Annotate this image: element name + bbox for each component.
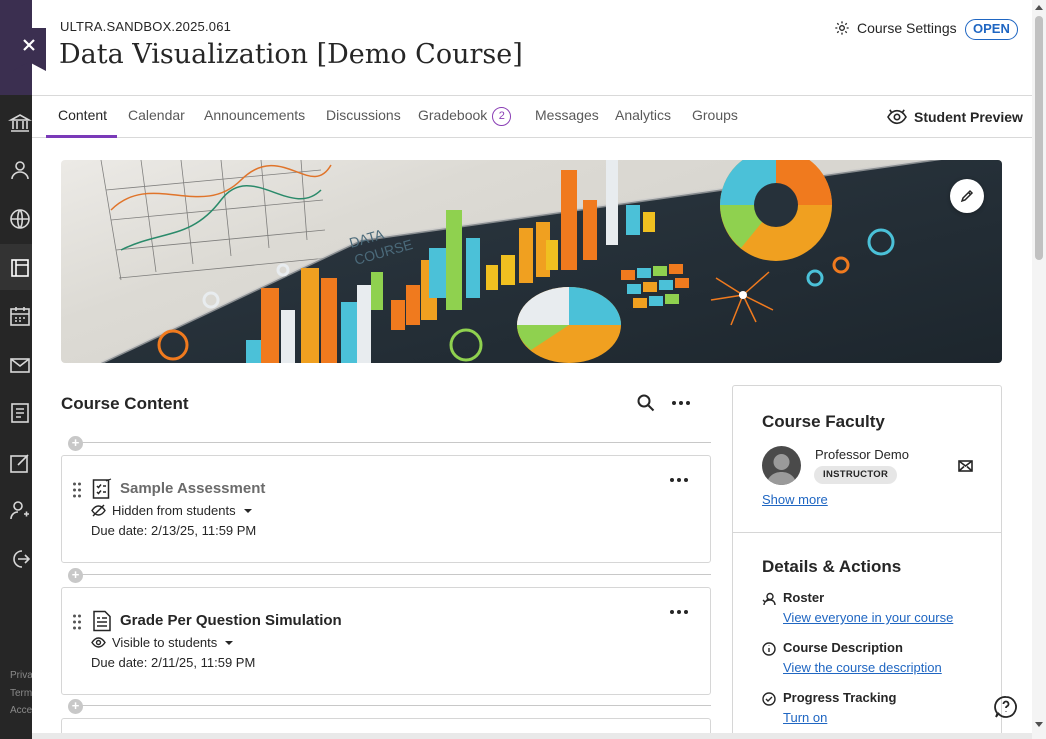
chevron-down-icon	[243, 508, 252, 513]
courses-icon[interactable]	[8, 256, 32, 280]
info-icon	[762, 642, 776, 656]
data-visualization-illustration: DATA COURSE	[100, 160, 1002, 363]
sign-out-icon[interactable]	[8, 547, 32, 571]
profile-icon[interactable]	[8, 158, 32, 182]
add-content-plus-icon[interactable]: +	[68, 568, 83, 583]
item-title[interactable]: Sample Assessment	[120, 480, 265, 497]
visibility-label: Visible to students	[112, 635, 218, 650]
tab-announcements[interactable]: Announcements	[204, 107, 305, 123]
grades-icon[interactable]	[8, 401, 32, 425]
roster-label: Roster	[783, 590, 825, 605]
course-sidebar: Course Faculty Professor Demo INSTRUCTOR…	[732, 385, 1002, 739]
tools-icon[interactable]	[8, 451, 32, 475]
help-button[interactable]	[994, 695, 1018, 719]
progress-tracking-link[interactable]: Turn on	[783, 710, 827, 725]
edit-banner-button[interactable]	[950, 179, 984, 213]
more-options-icon	[672, 401, 690, 405]
tab-groups[interactable]: Groups	[692, 107, 738, 123]
page-title: Data Visualization [Demo Course]	[59, 39, 523, 70]
help-icon	[994, 696, 1017, 718]
course-banner-image: DATA COURSE	[61, 160, 1002, 363]
item-more-button[interactable]	[668, 604, 690, 620]
visibility-dropdown[interactable]: Hidden from students	[91, 503, 252, 518]
professor-name[interactable]: Professor Demo	[815, 447, 909, 462]
search-icon[interactable]	[636, 393, 656, 413]
nav-footer-accessibility[interactable]: Acce	[10, 703, 32, 719]
tab-calendar[interactable]: Calendar	[128, 107, 185, 123]
due-date: Due date: 2/11/25, 11:59 PM	[91, 655, 256, 670]
course-faculty-heading: Course Faculty	[762, 412, 885, 431]
nav-footer-privacy[interactable]: Priva	[10, 668, 32, 684]
content-item: Grade Per Question Simulation Visible to…	[61, 587, 711, 695]
horizontal-scrollbar[interactable]	[32, 733, 1032, 739]
content-item: Sample Assessment Hidden from students D…	[61, 455, 711, 563]
gear-icon	[835, 21, 849, 35]
nav-footer-terms[interactable]: Term	[10, 686, 32, 702]
calendar-icon[interactable]	[8, 304, 32, 328]
roster-icon	[762, 592, 776, 606]
course-settings-label: Course Settings	[857, 20, 957, 36]
status-badge[interactable]: OPEN	[965, 19, 1018, 40]
tab-gradebook-label: Gradebook	[418, 107, 488, 123]
add-content-plus-icon[interactable]: +	[68, 699, 83, 714]
more-options-icon	[670, 610, 688, 614]
show-more-link[interactable]: Show more	[762, 492, 828, 507]
role-badge: INSTRUCTOR	[814, 466, 898, 484]
messages-icon[interactable]	[8, 353, 32, 377]
course-id: ULTRA.SANDBOX.2025.061	[60, 19, 232, 34]
close-button[interactable]	[12, 28, 46, 71]
check-circle-icon	[762, 692, 776, 706]
course-panel: ULTRA.SANDBOX.2025.061 Data Visualizatio…	[32, 0, 1032, 739]
gradebook-count-badge: 2	[492, 107, 512, 126]
add-content-plus-icon[interactable]: +	[68, 436, 83, 451]
assessment-icon	[92, 478, 113, 500]
progress-tracking-label: Progress Tracking	[783, 690, 897, 705]
add-content-divider: +	[68, 568, 711, 583]
chevron-down-icon	[225, 640, 234, 645]
preview-eye-icon	[887, 109, 907, 125]
mail-icon[interactable]	[958, 459, 973, 472]
course-description-label: Course Description	[783, 640, 903, 655]
student-preview-label: Student Preview	[914, 109, 1023, 125]
globe-icon[interactable]	[8, 207, 32, 231]
item-more-button[interactable]	[668, 472, 690, 488]
course-content-more-button[interactable]	[670, 393, 692, 413]
close-icon	[23, 39, 35, 51]
user-settings-icon[interactable]	[8, 498, 32, 522]
eye-icon	[91, 637, 106, 648]
roster-link[interactable]: View everyone in your course	[783, 610, 953, 625]
eye-slash-icon	[91, 504, 106, 517]
course-settings-button[interactable]: Course Settings	[834, 20, 957, 36]
course-description-link[interactable]: View the course description	[783, 660, 942, 675]
vertical-scrollbar[interactable]	[1032, 0, 1046, 739]
student-preview-button[interactable]: Student Preview	[886, 108, 1023, 126]
tab-content[interactable]: Content	[58, 107, 107, 123]
document-icon	[92, 610, 113, 632]
drag-handle-icon[interactable]	[72, 614, 82, 630]
scrollbar-thumb[interactable]	[1035, 16, 1043, 260]
add-content-divider: +	[68, 699, 711, 714]
add-content-divider: +	[68, 436, 711, 451]
more-options-icon	[670, 478, 688, 482]
details-actions-heading: Details & Actions	[762, 557, 902, 576]
course-content-heading: Course Content	[61, 394, 189, 413]
visibility-label: Hidden from students	[112, 503, 236, 518]
active-tab-indicator	[46, 135, 117, 138]
scroll-down-arrow-icon[interactable]	[1035, 722, 1043, 727]
sidebar-divider	[733, 532, 1001, 533]
institution-icon[interactable]	[7, 111, 33, 135]
visibility-dropdown[interactable]: Visible to students	[91, 635, 234, 650]
pencil-icon	[960, 189, 974, 203]
scroll-up-arrow-icon[interactable]	[1035, 5, 1043, 10]
drag-handle-icon[interactable]	[72, 482, 82, 498]
tab-messages[interactable]: Messages	[535, 107, 599, 123]
tab-gradebook[interactable]: Gradebook 2	[418, 107, 512, 126]
course-tabs: Content Calendar Announcements Discussio…	[32, 95, 1032, 138]
avatar[interactable]	[762, 446, 801, 485]
tab-analytics[interactable]: Analytics	[615, 107, 671, 123]
tab-discussions[interactable]: Discussions	[326, 107, 401, 123]
item-title[interactable]: Grade Per Question Simulation	[120, 612, 342, 629]
due-date: Due date: 2/13/25, 11:59 PM	[91, 523, 257, 538]
